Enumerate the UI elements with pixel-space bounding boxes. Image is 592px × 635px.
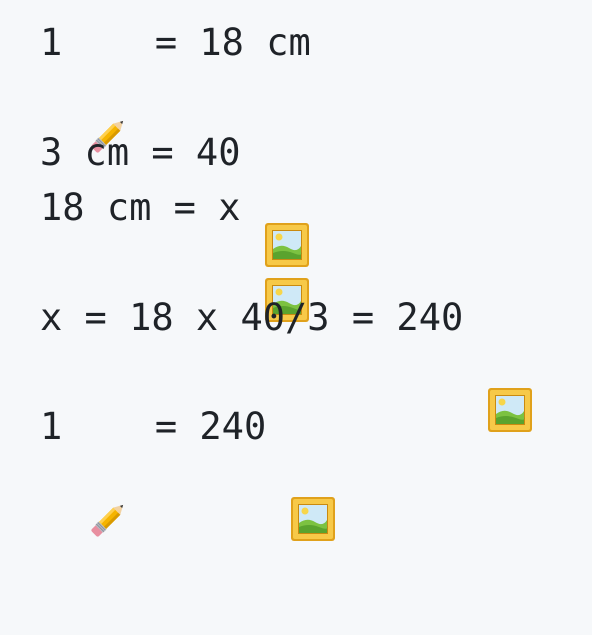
equation-line-4: x = 18 x 40/3 = 240 bbox=[40, 294, 534, 432]
line-5-start: 1 bbox=[40, 405, 85, 448]
framed-picture-icon bbox=[486, 294, 534, 432]
line-5-middle: = 240 bbox=[132, 405, 289, 448]
equation-line-2: 3 cm = 40 bbox=[40, 129, 311, 267]
equation-line-3: 18 cm = x bbox=[40, 184, 311, 322]
framed-picture-icon bbox=[289, 403, 337, 541]
line-3-text: 18 cm = x bbox=[40, 186, 263, 229]
line-2-text: 3 cm = 40 bbox=[40, 131, 263, 174]
code-block: 1 = 18 cm 3 cm = 40 18 cm = x x = 18 x 4… bbox=[0, 0, 592, 541]
line-1-start: 1 bbox=[40, 21, 85, 64]
line-1-end: = 18 cm bbox=[132, 21, 311, 64]
framed-picture-icon bbox=[263, 184, 311, 322]
pencil-icon bbox=[85, 403, 133, 537]
framed-picture-icon bbox=[263, 129, 311, 267]
pencil-icon bbox=[85, 19, 133, 153]
line-4-text: x = 18 x 40/3 = 240 bbox=[40, 296, 486, 339]
equation-line-5: 1 = 240 bbox=[40, 403, 337, 541]
equation-line-1: 1 = 18 cm bbox=[40, 19, 311, 153]
